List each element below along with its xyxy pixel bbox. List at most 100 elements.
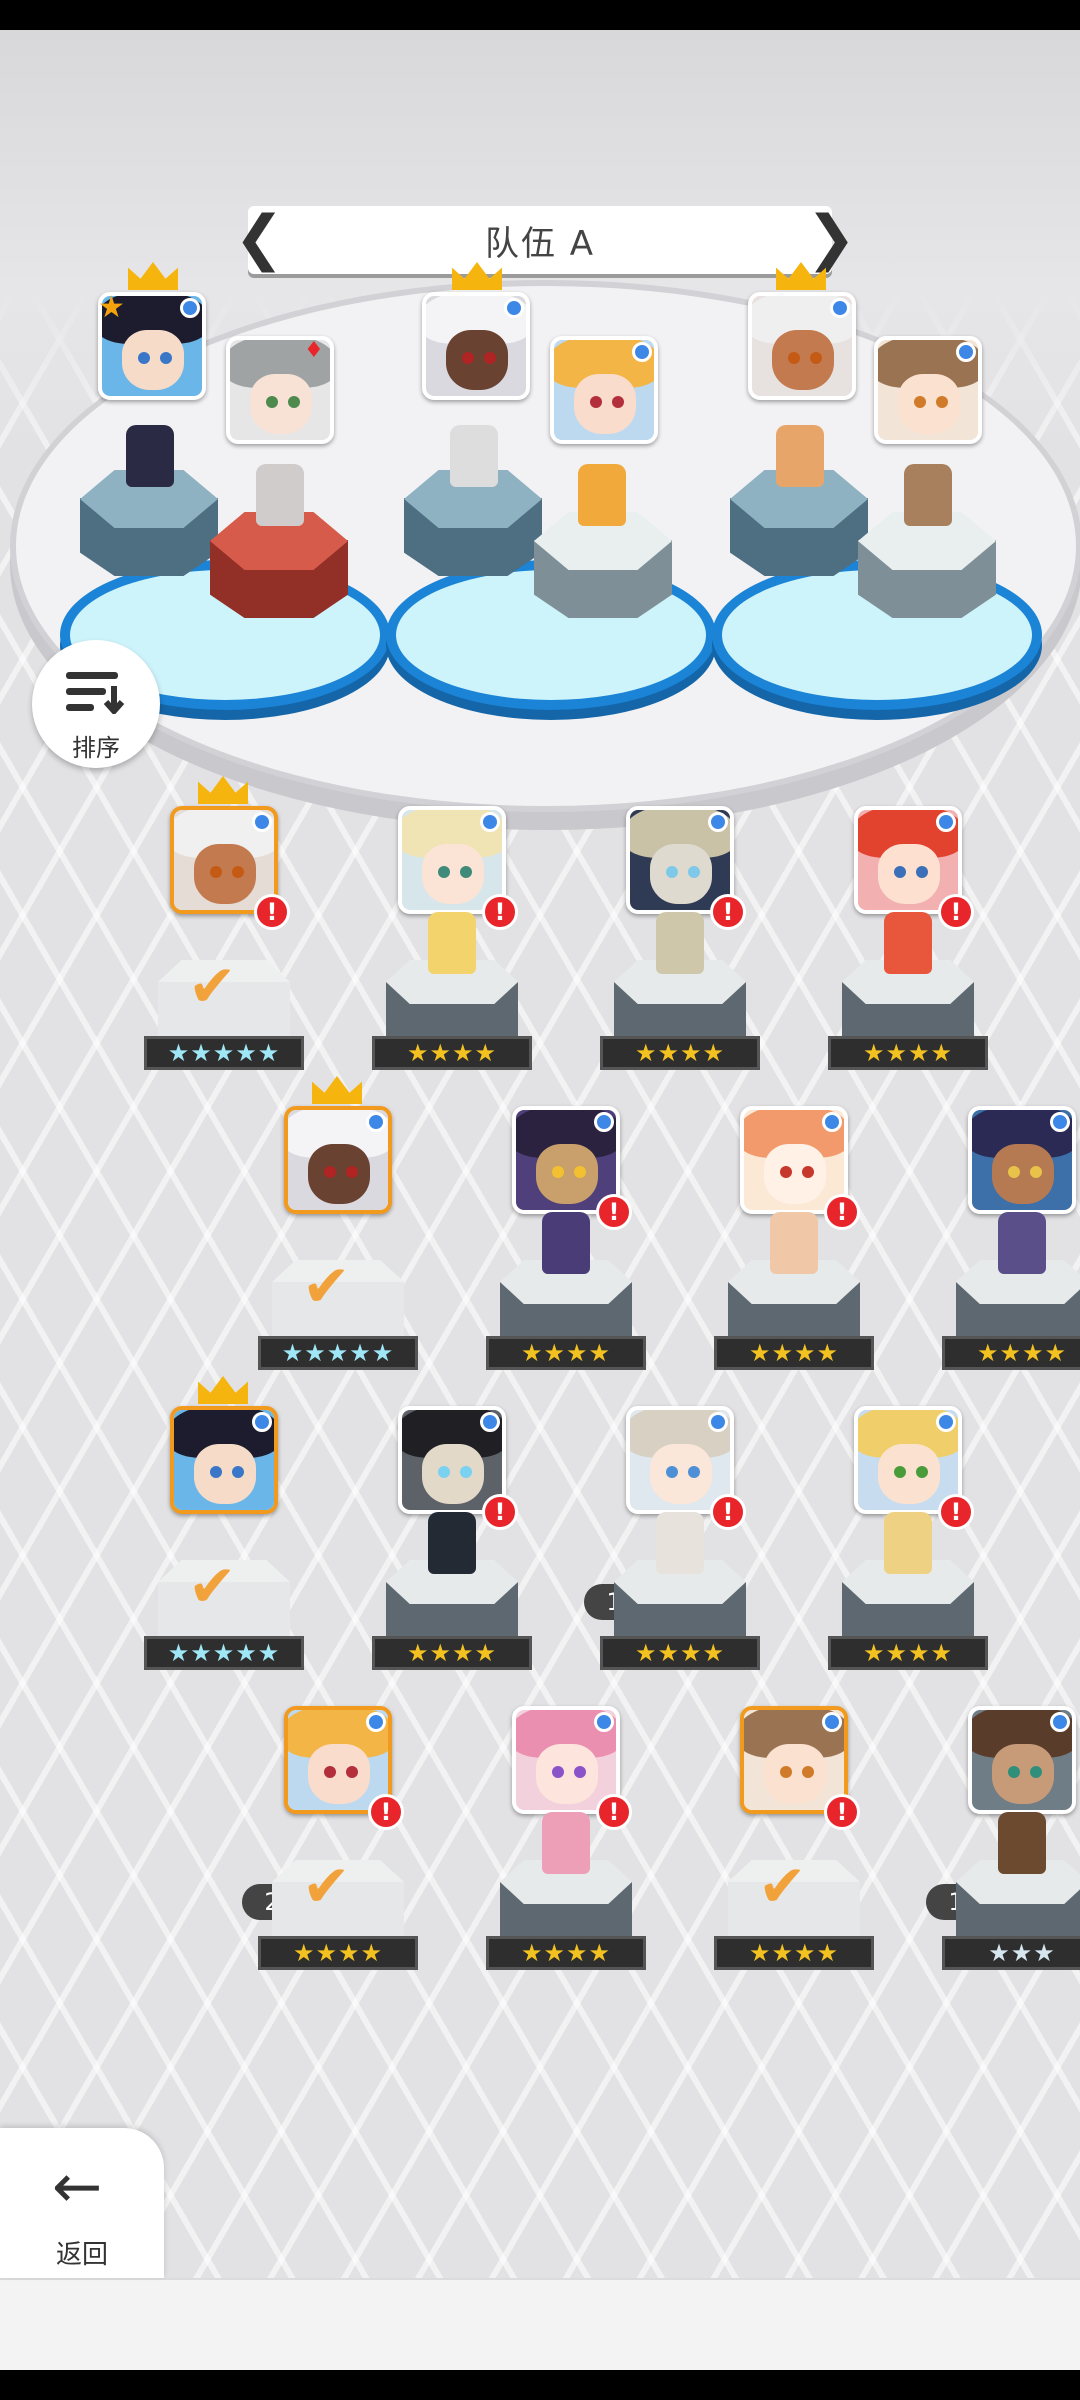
alert-icon: !: [938, 894, 974, 930]
roster-slot-r4c2[interactable]: ★★★★: [486, 1812, 646, 1990]
check-icon: ✔: [188, 1552, 237, 1620]
back-label: 返回: [55, 2240, 108, 2270]
roster-slot-r4c3[interactable]: ✔ ★★★★: [714, 1840, 874, 1990]
star-rating: ★★★★: [600, 1636, 760, 1670]
star-rating: ★★★★: [714, 1936, 874, 1970]
element-icon: [366, 1712, 386, 1732]
roster-slot-r3c2[interactable]: ★★★★: [372, 1512, 532, 1690]
star-rating: ★★★★★: [144, 1036, 304, 1070]
element-icon: [708, 812, 728, 832]
roster-sprite: [998, 1212, 1046, 1274]
element-icon: [1050, 1112, 1070, 1132]
roster-slot-r4c4[interactable]: ★★★: [942, 1812, 1080, 1990]
team-title: 队伍 A: [484, 223, 596, 264]
alert-icon: !: [596, 1794, 632, 1830]
element-icon: [708, 1412, 728, 1432]
star-rating: ★★★★: [486, 1336, 646, 1370]
element-icon: [1050, 1712, 1070, 1732]
element-icon: [180, 298, 200, 318]
roster-portrait-r3c1[interactable]: [170, 1406, 278, 1514]
roster-slot-r3c4[interactable]: ★★★★: [828, 1512, 988, 1690]
alert-icon: !: [482, 1494, 518, 1530]
star-rating: ★★★★: [714, 1336, 874, 1370]
element-icon: [956, 342, 976, 362]
team-portrait-3b[interactable]: [874, 336, 982, 444]
team-pedestal-3b[interactable]: [858, 512, 996, 622]
team-sprite-2b: [578, 464, 626, 526]
alert-icon: !: [938, 1494, 974, 1530]
element-icon: [366, 1112, 386, 1132]
star-rating: ★★★★★: [258, 1336, 418, 1370]
roster-sprite: [998, 1812, 1046, 1874]
prev-team-arrow[interactable]: ❮: [234, 206, 284, 274]
element-icon: [822, 1112, 842, 1132]
roster-slot-r1c2[interactable]: ★★★★: [372, 912, 532, 1090]
roster-sprite: [770, 1212, 818, 1274]
check-icon: ✔: [758, 1852, 807, 1920]
roster-slot-r1c1[interactable]: ✔ ★★★★★: [144, 940, 304, 1090]
element-icon: [252, 812, 272, 832]
roster-slot-r2c3[interactable]: ★★★★: [714, 1212, 874, 1390]
team-sprite-3a: [776, 425, 824, 487]
star-rating: ★★★★: [486, 1936, 646, 1970]
roster-portrait-r4c4[interactable]: [968, 1706, 1076, 1814]
roster-slot-r2c4[interactable]: ★★★★: [942, 1212, 1080, 1390]
check-icon: ✔: [302, 1252, 351, 1320]
roster-sprite: [428, 1512, 476, 1574]
navigation-bar: [0, 2370, 1080, 2400]
leader-star-icon: ★: [98, 290, 125, 325]
roster-portrait-r2c1[interactable]: [284, 1106, 392, 1214]
roster-sprite: [884, 1512, 932, 1574]
back-arrow-icon: ←: [52, 2152, 103, 2222]
roster-slot-r3c3[interactable]: ★★★★: [600, 1512, 760, 1690]
alert-icon: !: [368, 1794, 404, 1830]
check-icon: ✔: [188, 952, 237, 1020]
alert-icon: !: [824, 1794, 860, 1830]
element-icon: [594, 1712, 614, 1732]
roster-slot-r4c1[interactable]: ✔ ★★★★: [258, 1840, 418, 1990]
element-icon: [632, 342, 652, 362]
team-pedestal-1b[interactable]: [210, 512, 348, 622]
star-rating: ★★★★: [372, 1636, 532, 1670]
star-rating: ★★★★: [942, 1336, 1080, 1370]
star-rating: ★★★: [942, 1936, 1080, 1970]
team-portrait-2a[interactable]: [422, 292, 530, 400]
team-sprite-3b: [904, 464, 952, 526]
team-portrait-2b[interactable]: [550, 336, 658, 444]
roster-sprite: [884, 912, 932, 974]
element-icon: [594, 1112, 614, 1132]
sort-label: 排序: [72, 734, 120, 762]
sort-button[interactable]: 排序: [32, 640, 160, 768]
team-sprite-2a: [450, 425, 498, 487]
element-icon: [504, 298, 524, 318]
roster-portrait-r2c4[interactable]: [968, 1106, 1076, 1214]
element-icon: [480, 812, 500, 832]
team-sprite-1b: [256, 464, 304, 526]
alert-icon: !: [254, 894, 290, 930]
roster-slot-r1c4[interactable]: ★★★★: [828, 912, 988, 1090]
alert-icon: !: [482, 894, 518, 930]
roster-sprite: [656, 912, 704, 974]
team-portrait-3a[interactable]: [748, 292, 856, 400]
team-pedestal-2b[interactable]: [534, 512, 672, 622]
next-team-arrow[interactable]: ❯: [806, 206, 856, 274]
back-button[interactable]: ← 返回: [0, 2128, 164, 2278]
roster-sprite: [656, 1512, 704, 1574]
element-icon: [936, 1412, 956, 1432]
element-icon: [480, 1412, 500, 1432]
star-rating: ★★★★: [258, 1936, 418, 1970]
alert-icon: !: [824, 1194, 860, 1230]
star-rating: ★★★★★: [144, 1636, 304, 1670]
roster-slot-r2c2[interactable]: ★★★★: [486, 1212, 646, 1390]
team-title-banner: ❮ 队伍 A ❯: [234, 206, 856, 274]
alert-icon: !: [710, 894, 746, 930]
roster-sprite: [428, 912, 476, 974]
star-rating: ★★★★: [828, 1036, 988, 1070]
roster-slot-r2c1[interactable]: ✔ ★★★★★: [258, 1240, 418, 1390]
roster-slot-r3c1[interactable]: ✔ ★★★★★: [144, 1540, 304, 1690]
bottom-bar: [0, 2278, 1080, 2372]
roster-slot-r1c3[interactable]: ★★★★: [600, 912, 760, 1090]
element-icon: [822, 1712, 842, 1732]
diamond-suit-icon: ♦: [304, 338, 324, 363]
element-icon: [252, 1412, 272, 1432]
